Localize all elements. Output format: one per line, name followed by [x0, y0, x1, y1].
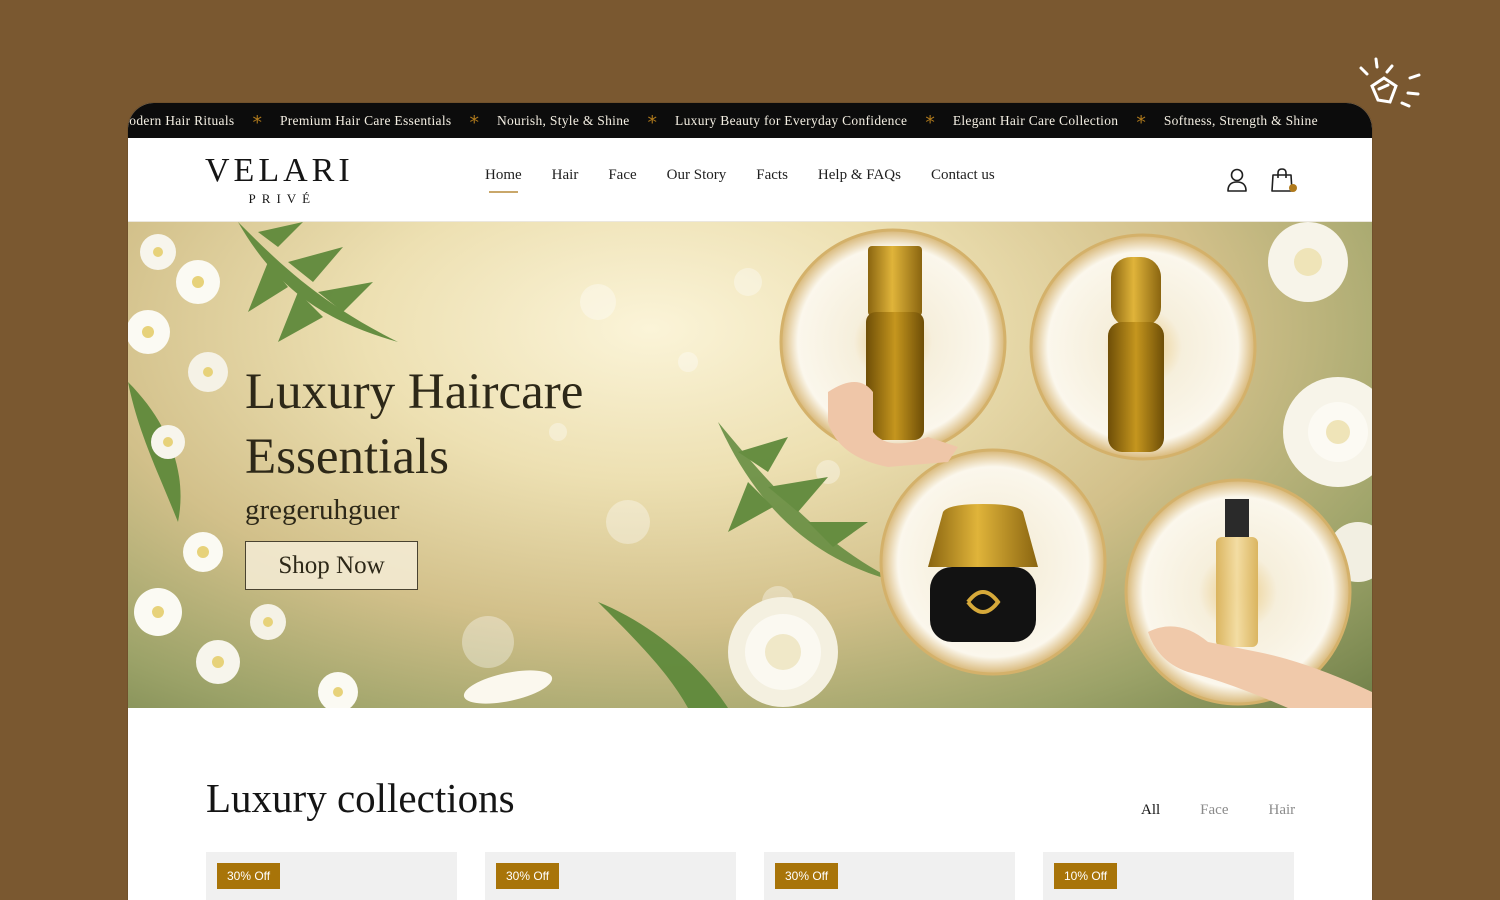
shopping-bag-icon[interactable]	[1269, 166, 1297, 194]
star-separator-icon: *	[1136, 111, 1146, 134]
product-card[interactable]: 10% Off	[1043, 852, 1294, 900]
star-separator-icon: *	[252, 111, 262, 134]
marquee-item: Luxury Beauty for Everyday Confidence	[675, 112, 908, 128]
product-card[interactable]: 30% Off	[206, 852, 457, 900]
nav-facts[interactable]: Facts	[756, 167, 788, 184]
star-separator-icon: *	[469, 111, 479, 134]
discount-badge: 10% Off	[1054, 863, 1118, 889]
marquee-item: Nourish, Style & Shine	[496, 112, 630, 128]
collection-filters: All Face Hair	[1141, 802, 1335, 819]
star-separator-icon: *	[647, 111, 658, 134]
brand-subname: PRIVÉ	[248, 191, 317, 206]
nav-face[interactable]: Face	[608, 167, 636, 184]
marquee-item: Modern Hair Rituals	[128, 112, 235, 128]
shop-now-button[interactable]: Shop Now	[245, 541, 418, 590]
nav-help-faqs[interactable]: Help & FAQs	[818, 167, 901, 184]
discount-badge: 30% Off	[775, 863, 839, 889]
hero-subtitle: gregeruhguer	[245, 494, 400, 526]
marquee-item: Softness, Strength & Shine	[1163, 112, 1318, 128]
hero-banner: Luxury Haircare Essentials gregeruhguer …	[128, 222, 1372, 708]
hero-title-line1: Luxury Haircare	[245, 364, 584, 420]
brand-logo[interactable]: VELARI PRIVÉ	[205, 152, 354, 207]
filter-face[interactable]: Face	[1200, 802, 1228, 819]
sparkle-icon	[1359, 57, 1421, 108]
section-title: Luxury collections	[206, 775, 515, 821]
filter-hair[interactable]: Hair	[1269, 802, 1296, 819]
main-nav: Home Hair Face Our Story Facts Help & FA…	[485, 167, 1025, 193]
announcement-marquee: Modern Hair Rituals * Premium Hair Care …	[128, 103, 1372, 138]
marquee-item: Premium Hair Care Essentials	[279, 112, 452, 128]
luxury-collections-section: Luxury collections All Face Hair 30% Off…	[128, 708, 1372, 900]
hero-content: Luxury Haircare Essentials gregeruhguer …	[245, 360, 583, 590]
brand-name: VELARI	[205, 152, 354, 189]
product-card[interactable]: 30% Off	[764, 852, 1015, 900]
product-card[interactable]: 30% Off	[485, 852, 736, 900]
discount-badge: 30% Off	[496, 863, 560, 889]
nav-hair[interactable]: Hair	[552, 167, 579, 184]
user-icon[interactable]	[1224, 166, 1250, 194]
browser-frame: Modern Hair Rituals * Premium Hair Care …	[128, 103, 1372, 900]
marquee-item: Elegant Hair Care Collection	[952, 112, 1119, 128]
nav-home[interactable]: Home	[485, 167, 522, 193]
star-separator-icon: *	[925, 111, 935, 134]
hero-title-line2: Essentials	[245, 429, 449, 485]
nav-our-story[interactable]: Our Story	[667, 167, 727, 184]
filter-all[interactable]: All	[1141, 802, 1160, 819]
site-header: VELARI PRIVÉ Home Hair Face Our Story Fa…	[128, 138, 1372, 222]
nav-contact-us[interactable]: Contact us	[931, 167, 995, 184]
discount-badge: 30% Off	[217, 863, 281, 889]
hero-title: Luxury Haircare Essentials	[245, 360, 583, 490]
cart-indicator-dot	[1289, 184, 1297, 192]
